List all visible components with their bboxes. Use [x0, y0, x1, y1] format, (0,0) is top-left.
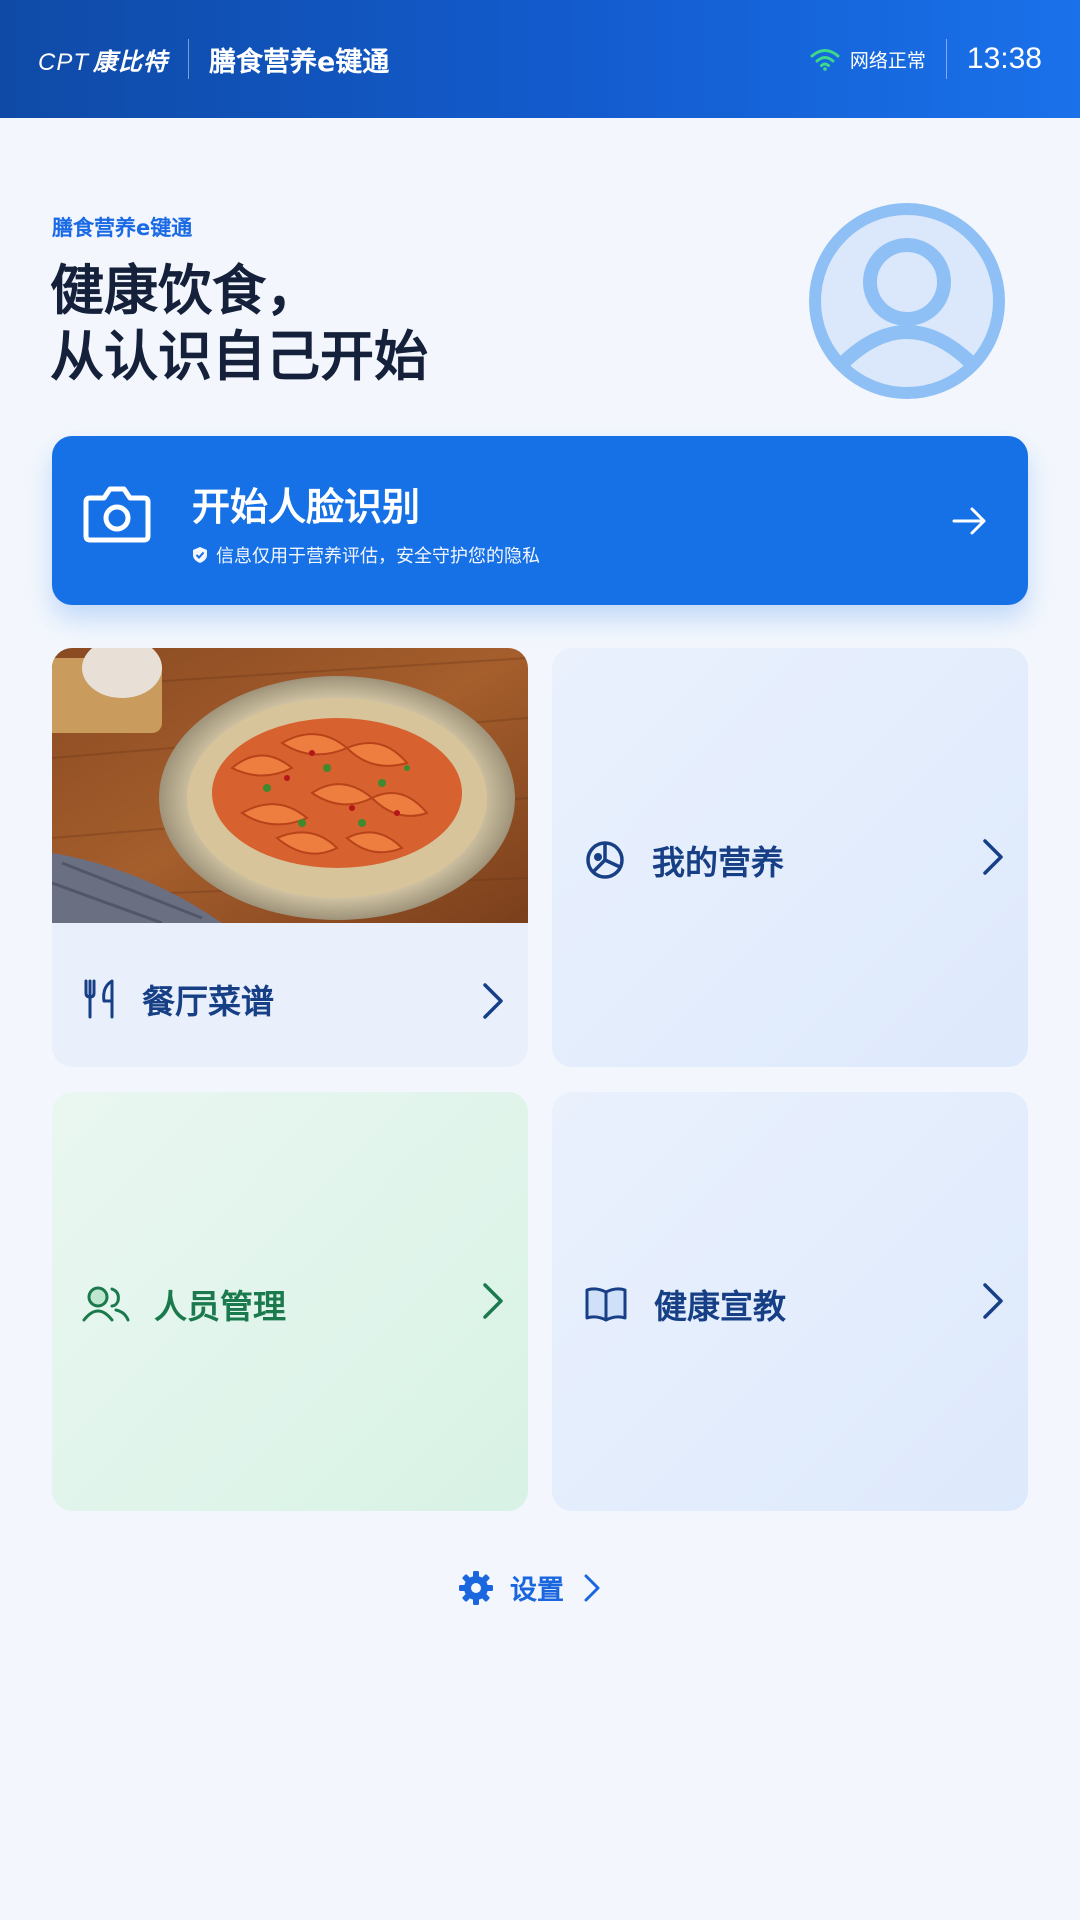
hero-title: 健康饮食， 从认识自己开始: [50, 258, 428, 390]
header-divider-2: [945, 39, 947, 79]
user-avatar-icon: [809, 203, 1005, 399]
brand-logo: CPT 康比特: [38, 42, 168, 77]
shield-check-icon: [193, 547, 207, 563]
health-education-card[interactable]: 健康宣教: [552, 1092, 1028, 1511]
hero-title-line-1: 健康饮食，: [50, 259, 320, 322]
camera-icon: [83, 486, 151, 543]
brand-logo-cn: 康比特: [93, 47, 168, 76]
arrow-right-icon: [952, 507, 986, 535]
clock: 13:38: [966, 42, 1042, 75]
app-title: 膳食营养e键通: [209, 46, 390, 78]
top-bar: CPT 康比特 膳食营养e键通 网络正常 13:38: [0, 0, 1080, 118]
chevron-right-icon: [483, 1283, 503, 1319]
health-education-label: 健康宣教: [654, 1287, 786, 1326]
hero-title-line-2: 从认识自己开始: [50, 325, 428, 388]
utensils-icon: [84, 979, 114, 1019]
pie-chart-icon: [586, 841, 624, 879]
settings-button[interactable]: 设置: [458, 1568, 602, 1607]
brand-logo-latin: CPT: [38, 48, 89, 76]
my-nutrition-card[interactable]: 我的营养: [552, 648, 1028, 1067]
network-status-label: 网络正常: [849, 49, 926, 72]
gear-icon: [459, 1570, 493, 1605]
my-nutrition-row: 我的营养: [584, 836, 784, 884]
settings-label: 设置: [510, 1575, 564, 1606]
wifi-icon: [810, 49, 840, 71]
chevron-right-icon: [983, 1283, 1003, 1319]
restaurant-menu-card[interactable]: 餐厅菜谱: [52, 648, 528, 1067]
book-icon: [585, 1287, 627, 1322]
chevron-right-icon: [584, 1574, 600, 1601]
hero-subtitle: 膳食营养e键通: [52, 216, 193, 240]
shrimp-dish-image: [52, 648, 528, 923]
face-recognition-label: 开始人脸识别: [192, 485, 421, 529]
network-status: 网络正常: [810, 46, 926, 73]
health-education-row: 健康宣教: [584, 1280, 786, 1328]
restaurant-menu-label: 餐厅菜谱: [142, 982, 274, 1021]
staff-management-label: 人员管理: [154, 1287, 286, 1326]
home-screen: CPT 康比特 膳食营养e键通 网络正常 13:38 膳食营养e键通 健康饮食，…: [0, 0, 1080, 1920]
privacy-note: 信息仅用于营养评估，安全守护您的隐私: [192, 542, 540, 568]
privacy-note-text: 信息仅用于营养评估，安全守护您的隐私: [216, 546, 540, 567]
chevron-right-icon: [483, 983, 503, 1019]
header-divider: [188, 39, 189, 79]
staff-management-row: 人员管理: [82, 1280, 286, 1328]
start-face-recognition-button[interactable]: 开始人脸识别 信息仅用于营养评估，安全守护您的隐私: [52, 436, 1028, 605]
staff-management-card[interactable]: 人员管理: [52, 1092, 528, 1511]
restaurant-menu-row: 餐厅菜谱: [82, 975, 274, 1023]
my-nutrition-label: 我的营养: [652, 843, 784, 882]
chevron-right-icon: [983, 839, 1003, 875]
users-icon: [82, 1286, 130, 1322]
